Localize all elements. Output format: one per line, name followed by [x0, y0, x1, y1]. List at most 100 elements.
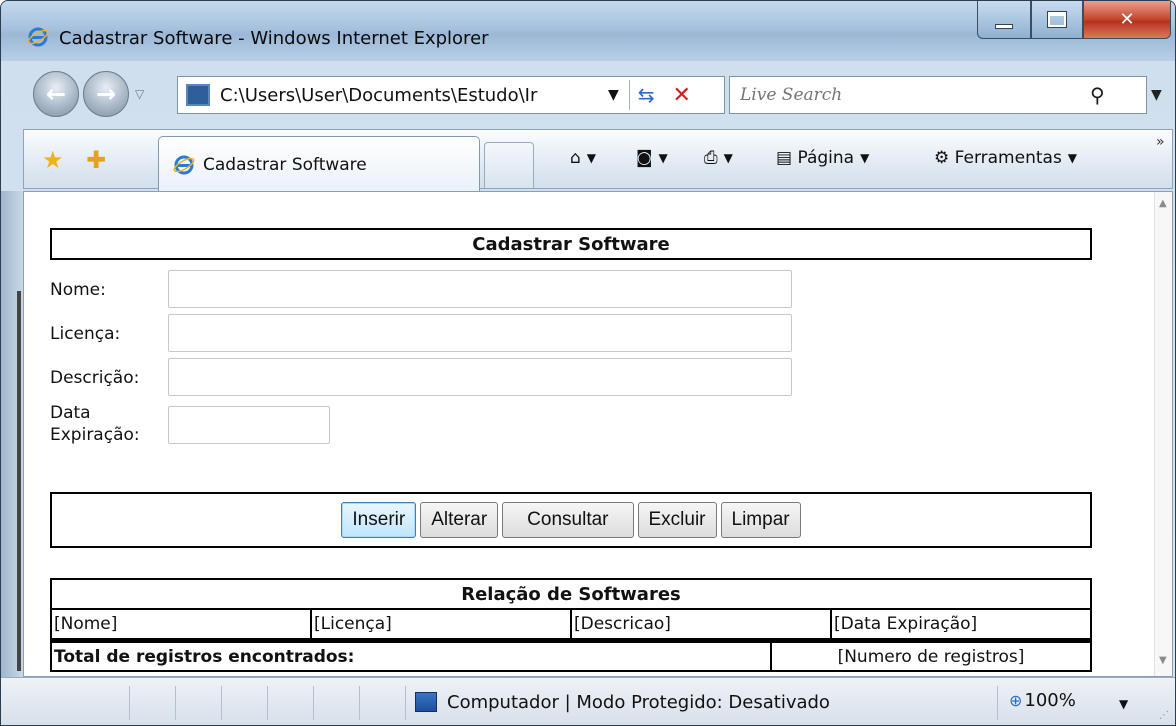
zoom-level[interactable]: ⊕ 100% [1009, 690, 1076, 711]
home-icon: ⌂ [570, 148, 581, 168]
status-divider [175, 686, 176, 720]
status-divider [405, 686, 406, 720]
data-expiracao-label: Data Expiração: [50, 402, 140, 446]
field-row-data-expiracao: Data Expiração: [50, 400, 1092, 490]
zoom-dropdown-icon[interactable]: ▼ [1119, 697, 1128, 711]
scroll-up-icon[interactable]: ▲ [1159, 198, 1167, 209]
page-content: Cadastrar Software Nome: Licença: Descri… [23, 191, 1173, 677]
window-title: Cadastrar Software - Windows Internet Ex… [59, 28, 489, 49]
search-icon[interactable]: ⚲ [1090, 83, 1105, 107]
security-zone-status[interactable]: Computador | Modo Protegido: Desativado [447, 692, 830, 713]
address-text[interactable]: C:\Users\User\Documents\Estudo\Ir [220, 85, 600, 106]
new-tab-button[interactable] [484, 142, 534, 188]
list-title: Relação de Softwares [50, 578, 1092, 610]
rss-icon: ◙ [636, 148, 653, 168]
status-divider [997, 686, 998, 720]
status-bar: Computador | Modo Protegido: Desativado … [1, 677, 1175, 725]
zoom-icon: ⊕ [1009, 691, 1023, 710]
software-list: Relação de Softwares [Nome] [Licença] [D… [50, 578, 1092, 672]
scroll-down-icon[interactable]: ▼ [1159, 655, 1167, 666]
refresh-icon[interactable]: ⇆ [638, 83, 655, 107]
browser-window: Cadastrar Software - Windows Internet Ex… [0, 0, 1176, 726]
software-form-page: Cadastrar Software Nome: Licença: Descri… [50, 228, 1092, 672]
licenca-input[interactable] [168, 314, 792, 352]
tools-menu[interactable]: ⚙ Ferramentas ▼ [934, 148, 1077, 168]
field-row-descricao: Descrição: [50, 356, 1092, 400]
form-title: Cadastrar Software [50, 228, 1092, 260]
vertical-scrollbar[interactable]: ▲ ▼ [1154, 192, 1172, 676]
close-button[interactable]: ✕ [1083, 1, 1171, 39]
forward-arrow-icon: → [95, 80, 117, 108]
nome-label: Nome: [50, 280, 106, 300]
ie-page-icon [173, 155, 195, 174]
licenca-label: Licença: [50, 324, 121, 344]
descricao-label: Descrição: [50, 368, 140, 388]
printer-icon: ⎙ [704, 148, 718, 168]
total-value: [Numero de registros] [770, 643, 1090, 670]
stop-icon[interactable]: ✕ [673, 83, 691, 108]
back-button[interactable]: ← [33, 71, 79, 117]
feeds-button[interactable]: ◙ ▼ [636, 148, 668, 168]
computer-zone-icon [415, 692, 437, 712]
status-divider [129, 686, 130, 720]
add-favorites-icon[interactable]: ✚ [86, 146, 106, 174]
column-nome: [Nome] [54, 614, 118, 634]
chevron-down-icon: ▼ [658, 151, 668, 165]
resize-grip-icon[interactable]: ⋰ [1159, 710, 1169, 721]
home-button[interactable]: ⌂ ▼ [570, 148, 596, 168]
data-expiracao-input[interactable] [168, 406, 330, 444]
alterar-button[interactable]: Alterar [420, 502, 499, 538]
chevron-down-icon: ▼ [860, 151, 870, 165]
field-row-nome: Nome: [50, 268, 1092, 312]
title-bar: Cadastrar Software - Windows Internet Ex… [1, 1, 1175, 61]
search-box[interactable]: ⚲ [729, 76, 1147, 114]
favorites-star-icon[interactable]: ★ [42, 146, 64, 174]
list-header-row: [Nome] [Licença] [Descricao] [Data Expir… [50, 610, 1092, 640]
status-divider [221, 686, 222, 720]
form-buttons: Inserir Alterar Consultar Excluir Limpar [50, 492, 1092, 548]
recent-pages-dropdown[interactable]: ▽ [135, 87, 144, 101]
minimize-icon [995, 24, 1013, 29]
maximize-icon [1048, 12, 1066, 27]
descricao-input[interactable] [168, 358, 792, 396]
chevron-down-icon: ▼ [723, 151, 733, 165]
tab-cadastrar-software[interactable]: Cadastrar Software [158, 136, 480, 192]
inserir-button[interactable]: Inserir [341, 502, 417, 538]
close-icon: ✕ [1119, 9, 1135, 30]
column-data-expiracao: [Data Expiração] [830, 610, 1090, 638]
field-row-licenca: Licença: [50, 312, 1092, 356]
excluir-button[interactable]: Excluir [637, 502, 717, 538]
total-label: Total de registros encontrados: [54, 646, 355, 667]
status-divider [313, 686, 314, 720]
zoom-value: 100% [1024, 690, 1076, 711]
nome-input[interactable] [168, 270, 792, 308]
column-descricao: [Descricao] [570, 610, 830, 638]
data-expiracao-label-line1: Data [50, 403, 91, 423]
print-button[interactable]: ⎙ ▼ [704, 148, 733, 168]
page-menu-icon: ▤ [776, 148, 793, 168]
address-bar[interactable]: C:\Users\User\Documents\Estudo\Ir ▼ ⇆ ✕ [177, 76, 725, 114]
page-icon [186, 84, 210, 106]
command-bar: ★ ✚ Cadastrar Software ⌂ ▼ ◙ ▼ ⎙ ▼ ▤ Página… [23, 129, 1173, 192]
forward-button[interactable]: → [83, 71, 129, 117]
gear-icon: ⚙ [934, 148, 950, 168]
data-expiracao-label-line2: Expiração: [50, 425, 140, 445]
status-divider [267, 686, 268, 720]
address-dropdown-icon[interactable]: ▼ [608, 87, 619, 103]
chevron-down-icon: ▼ [586, 151, 597, 165]
window-left-edge [1, 191, 23, 677]
page-menu[interactable]: ▤ Página ▼ [776, 148, 869, 168]
search-options-dropdown[interactable]: ▼ [1151, 87, 1162, 103]
maximize-button[interactable] [1031, 1, 1083, 39]
consultar-button[interactable]: Consultar [502, 502, 634, 538]
ie-logo-icon [27, 27, 49, 47]
chevron-down-icon: ▼ [1067, 151, 1078, 165]
address-separator [628, 80, 630, 110]
search-input[interactable] [740, 85, 1080, 105]
tab-label: Cadastrar Software [203, 154, 367, 175]
minimize-button[interactable] [977, 1, 1031, 39]
back-arrow-icon: ← [45, 80, 67, 108]
list-total-row: Total de registros encontrados: [Numero … [50, 640, 1092, 672]
more-commands-icon[interactable]: » [1156, 134, 1165, 150]
limpar-button[interactable]: Limpar [720, 502, 801, 538]
